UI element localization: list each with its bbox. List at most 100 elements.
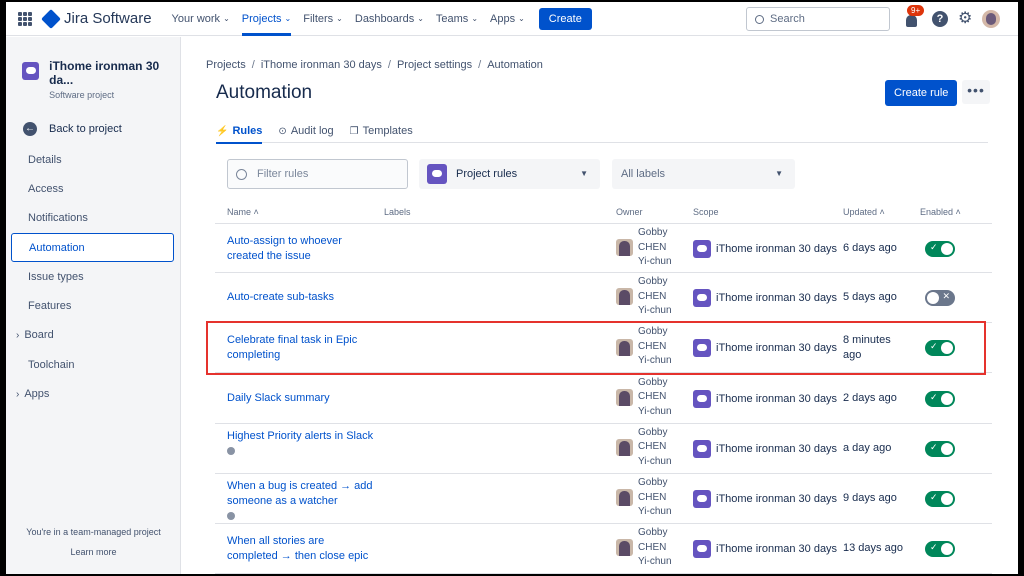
info-icon[interactable] xyxy=(227,512,235,520)
column-header-owner: Owner xyxy=(616,207,643,217)
tab-label: Rules xyxy=(232,125,263,137)
rule-enabled-toggle[interactable]: ✕ xyxy=(925,290,955,307)
scope-name: iThome ironman 30 days xyxy=(716,442,838,455)
chevron-down-icon: ▼ xyxy=(775,169,783,178)
breadcrumb-projects[interactable]: Projects xyxy=(206,59,246,71)
learn-more-link[interactable]: Learn more xyxy=(6,547,181,557)
nav-dashboards[interactable]: Dashboards ⌄ xyxy=(355,2,424,36)
owner-name: Gobby CHEN Yi-chun xyxy=(638,426,672,467)
rule-scope: iThome ironman 30 days xyxy=(693,240,837,258)
nav-label: Your work xyxy=(171,12,221,25)
tab-rules[interactable]: ⚡ Rules xyxy=(216,119,263,144)
rule-scope: iThome ironman 30 days xyxy=(693,540,838,559)
sidebar-item-board[interactable]: › Board xyxy=(6,321,181,350)
create-rule-button[interactable]: Create rule xyxy=(885,80,958,106)
back-to-project-label: Back to project xyxy=(49,123,122,135)
rule-name: Auto-assign to whoever created the issue xyxy=(227,235,342,262)
breadcrumb-project-settings[interactable]: Project settings xyxy=(397,59,472,71)
rule-row: When all stories are completed → then cl… xyxy=(215,524,992,574)
sidebar-item-access[interactable]: Access xyxy=(6,174,181,203)
sidebar-item-features[interactable]: Features xyxy=(6,291,181,320)
top-right-actions: 9+ ? ⚙ xyxy=(902,5,1001,30)
sidebar-item-automation[interactable]: Automation xyxy=(11,232,174,263)
project-avatar-icon xyxy=(693,540,711,559)
rule-enabled-toggle[interactable]: ✓ xyxy=(925,390,955,407)
settings-gear-icon[interactable]: ⚙ xyxy=(958,11,972,27)
chevron-right-icon: › xyxy=(16,388,20,400)
notifications-button[interactable]: 9+ xyxy=(902,5,925,30)
help-icon[interactable]: ? xyxy=(932,11,948,27)
sidebar-footer: You're in a team-managed project Learn m… xyxy=(6,527,181,557)
notification-badge: 9+ xyxy=(907,5,925,16)
tab-audit-log[interactable]: ⊙ Audit log xyxy=(278,119,333,143)
rule-enabled-toggle[interactable]: ✓ xyxy=(925,541,955,558)
owner-avatar xyxy=(616,489,633,507)
more-actions-button[interactable]: ••• xyxy=(962,80,990,104)
nav-filters[interactable]: Filters ⌄ xyxy=(303,2,343,36)
sidebar-item-notifications[interactable]: Notifications xyxy=(6,204,181,233)
back-to-project-link[interactable]: ← Back to project xyxy=(23,122,180,136)
breadcrumb-ithome-ironman-30-days[interactable]: iThome ironman 30 days xyxy=(261,59,382,71)
rule-enabled-toggle[interactable]: ✓ xyxy=(925,491,955,507)
project-avatar-icon xyxy=(693,439,711,458)
chevron-down-icon: ⌄ xyxy=(471,14,479,23)
labels-select[interactable]: All labels ▼ xyxy=(612,159,795,189)
sidebar-item-apps[interactable]: › Apps xyxy=(6,379,181,408)
rule-updated: 2 days ago xyxy=(843,391,897,404)
project-type: Software project xyxy=(49,90,115,100)
nav-teams[interactable]: Teams ⌄ xyxy=(436,2,478,36)
tab-templates[interactable]: ❐ Templates xyxy=(350,119,413,143)
rule-name-link[interactable]: When a bug is created → add someone as a… xyxy=(227,479,377,525)
scope-name: iThome ironman 30 days xyxy=(716,543,838,556)
sidebar-item-label: Automation xyxy=(29,241,85,254)
rule-enabled-toggle[interactable]: ✓ xyxy=(925,241,955,257)
user-avatar[interactable] xyxy=(982,10,1001,28)
breadcrumb-separator: / xyxy=(251,59,255,71)
rule-name: When all stories are completed → then cl… xyxy=(227,535,369,563)
sidebar-item-label: Notifications xyxy=(28,212,88,225)
sidebar-item-issue-types[interactable]: Issue types xyxy=(6,262,181,291)
column-header-name[interactable]: Name ˄ xyxy=(227,207,259,217)
rule-name-link[interactable]: Daily Slack summary xyxy=(227,391,377,406)
chevron-down-icon: ⌄ xyxy=(417,14,424,23)
project-avatar-icon xyxy=(693,289,711,308)
rule-name-link[interactable]: Auto-create sub-tasks xyxy=(227,290,377,305)
column-header-labels: Labels xyxy=(384,207,411,217)
rule-name-link[interactable]: When all stories are completed → then cl… xyxy=(227,534,377,564)
owner-name: Gobby CHEN Yi-chun xyxy=(638,477,672,517)
rule-name: Auto-create sub-tasks xyxy=(227,291,334,304)
nav-label: Dashboards xyxy=(354,12,415,25)
breadcrumb-automation[interactable]: Automation xyxy=(487,59,543,71)
search-input[interactable]: Search xyxy=(746,7,890,31)
project-rules-value: Project rules xyxy=(456,168,518,180)
sidebar-item-toolchain[interactable]: Toolchain xyxy=(6,350,181,379)
rule-enabled-toggle[interactable]: ✓ xyxy=(925,440,955,457)
arrow-left-icon: ← xyxy=(23,122,37,136)
rule-name-link[interactable]: Auto-assign to whoever created the issue xyxy=(227,234,377,264)
nav-apps[interactable]: Apps ⌄ xyxy=(490,2,525,36)
nav-your-work[interactable]: Your work ⌄ xyxy=(172,2,230,36)
project-avatar-icon xyxy=(693,389,711,408)
jira-logo[interactable]: Jira Software xyxy=(41,8,152,29)
rule-owner: Gobby CHEN Yi-chun xyxy=(616,275,678,319)
rule-scope: iThome ironman 30 days xyxy=(693,439,838,458)
sidebar-item-details[interactable]: Details xyxy=(6,145,181,174)
page-title: Automation xyxy=(216,82,313,103)
nav-projects[interactable]: Projects ⌄ xyxy=(241,2,292,36)
owner-name: Gobby CHEN Yi-chun xyxy=(638,527,672,568)
chevron-down-icon: ⌄ xyxy=(518,14,525,23)
filter-rules-input[interactable]: Filter rules xyxy=(227,159,408,189)
jira-logo-text: Jira Software xyxy=(64,10,152,27)
app-switcher-icon[interactable] xyxy=(18,11,32,26)
sidebar-item-label: Board xyxy=(24,329,54,342)
rule-name-link[interactable]: Highest Priority alerts in Slack xyxy=(227,429,377,460)
column-header-enabled[interactable]: Enabled ˄ xyxy=(920,207,961,217)
rule-scope: iThome ironman 30 days xyxy=(693,490,837,508)
column-header-updated[interactable]: Updated ˄ xyxy=(843,207,885,217)
owner-avatar xyxy=(616,288,633,306)
x-icon: ✕ xyxy=(942,291,950,302)
templates-icon: ❐ xyxy=(349,125,359,137)
project-rules-select[interactable]: Project rules ▼ xyxy=(419,159,600,189)
info-icon[interactable] xyxy=(227,446,235,455)
create-button[interactable]: Create xyxy=(538,7,592,30)
